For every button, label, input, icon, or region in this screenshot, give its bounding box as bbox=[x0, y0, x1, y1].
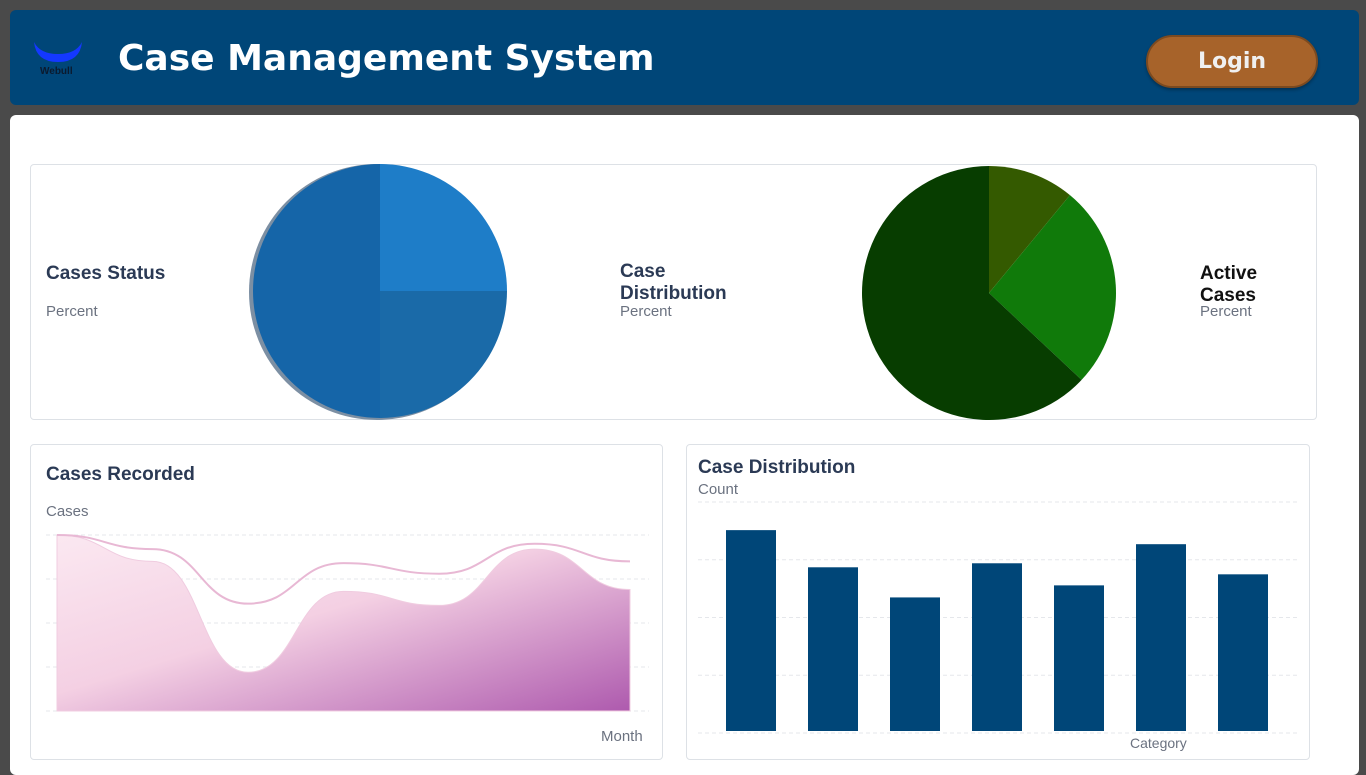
dashboard-content: Cases Status Percent Case Distribution P… bbox=[10, 115, 1359, 775]
bar bbox=[808, 567, 858, 731]
active-cases-pie-chart bbox=[862, 166, 1116, 420]
case-distribution-pie-subtitle: Percent bbox=[620, 303, 672, 320]
webull-logo-icon: Webull bbox=[32, 38, 84, 82]
cases-status-title: Cases Status bbox=[46, 263, 166, 284]
cases-status-pie-chart bbox=[249, 164, 507, 420]
case-distribution-title: Case Distribution bbox=[698, 457, 856, 478]
cases-recorded-area-chart bbox=[46, 534, 649, 712]
bar bbox=[1218, 574, 1268, 731]
bar bbox=[890, 597, 940, 731]
case-distribution-pie-title-line2: Distribution bbox=[620, 283, 727, 304]
cases-status-slice bbox=[253, 164, 380, 418]
cases-status-slice bbox=[380, 164, 507, 291]
app-header: Webull Case Management System Login bbox=[10, 10, 1359, 105]
bar bbox=[726, 530, 776, 731]
case-distribution-y-label: Count bbox=[698, 481, 739, 498]
area-series-fill bbox=[56, 534, 631, 712]
bar bbox=[1136, 544, 1186, 731]
cases-status-subtitle: Percent bbox=[46, 303, 98, 320]
cases-recorded-x-label: Month bbox=[601, 728, 643, 745]
bar bbox=[972, 563, 1022, 731]
cases-status-slice bbox=[380, 291, 507, 418]
active-cases-subtitle: Percent bbox=[1200, 303, 1252, 320]
cases-recorded-card: Cases Recorded Cases Month bbox=[30, 444, 663, 760]
pie-charts-card: Cases Status Percent Case Distribution P… bbox=[30, 164, 1317, 420]
login-button[interactable]: Login bbox=[1146, 35, 1318, 88]
case-distribution-bar-chart bbox=[698, 501, 1300, 734]
logo-text: Webull bbox=[40, 66, 73, 77]
bar bbox=[1054, 585, 1104, 731]
cases-recorded-y-label: Cases bbox=[46, 503, 89, 520]
case-distribution-pie-title-line1: Case bbox=[620, 261, 666, 282]
case-distribution-x-label: Category bbox=[1130, 735, 1187, 751]
active-cases-title: Active Cases bbox=[1200, 263, 1258, 306]
case-distribution-card: Case Distribution Count Category bbox=[686, 444, 1310, 760]
app-title: Case Management System bbox=[118, 38, 655, 79]
cases-recorded-title: Cases Recorded bbox=[46, 464, 195, 485]
